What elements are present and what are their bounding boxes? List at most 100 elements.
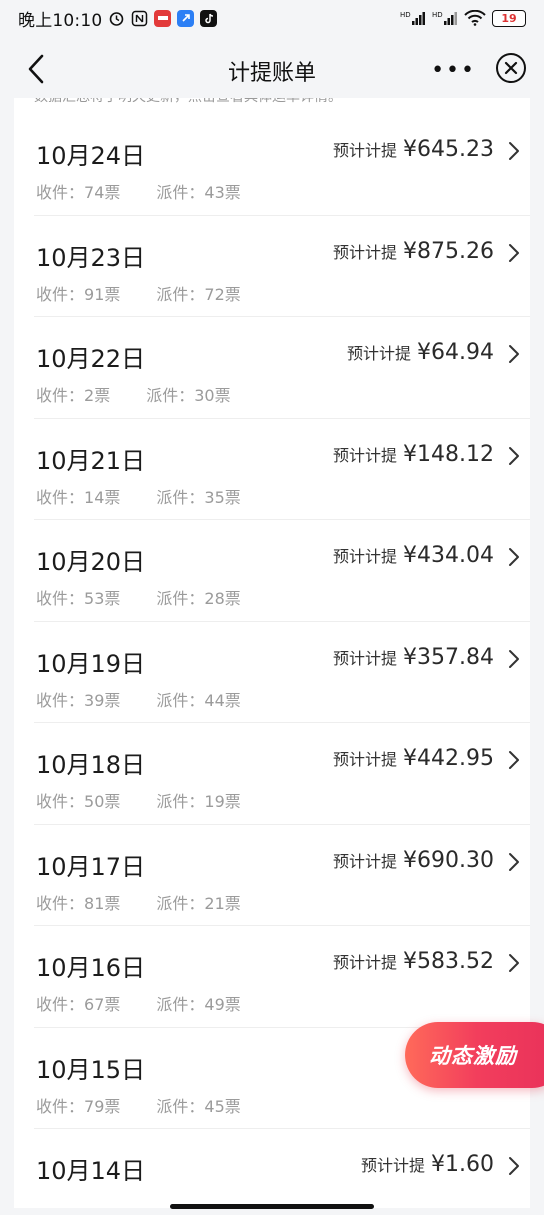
dispatch-value: 72票 (204, 284, 241, 304)
accrual-label: 预计计提 (333, 648, 398, 668)
status-time: 晚上10:10 (18, 10, 103, 31)
estimated-accrual: 预计计提 ¥645.23 (333, 137, 494, 162)
dispatch-label: 派件： (156, 284, 205, 304)
update-notice: 数据汇总将于明天更新，点击查看具体运单详情。 (14, 98, 530, 114)
dispatch-count: 派件：19票 (156, 788, 240, 812)
accrual-amount: ¥583.52 (403, 949, 494, 974)
signal-icon: HD (400, 10, 426, 26)
chevron-right-icon[interactable] (506, 851, 522, 873)
chevron-right-icon[interactable] (506, 445, 522, 467)
receive-label: 收件： (36, 792, 85, 811)
bill-date: 10月18日 (36, 751, 146, 779)
dispatch-label: 派件： (156, 589, 205, 608)
dispatch-count: 派件：30票 (146, 382, 230, 406)
dispatch-value: 45票 (204, 1096, 241, 1116)
parcel-counts: 收件：79票 派件：45票 (36, 1093, 241, 1117)
chevron-right-icon[interactable] (506, 749, 522, 771)
status-left: 晚上10:10 (18, 6, 218, 31)
dispatch-label: 派件： (156, 995, 205, 1014)
home-indicator (170, 1204, 374, 1209)
receive-label: 收件： (36, 893, 85, 913)
accrual-amount: ¥875.26 (403, 238, 494, 264)
parcel-counts: 收件：91票 派件：72票 (36, 281, 241, 305)
chevron-right-icon[interactable] (506, 1155, 522, 1177)
parcel-counts: 收件：67票 派件：49票 (36, 991, 241, 1015)
estimated-accrual: 预计计提 ¥434.04 (333, 543, 494, 568)
accrual-amount: ¥442.95 (403, 746, 494, 771)
dispatch-count: 派件：43票 (156, 179, 240, 203)
receive-label: 收件： (36, 690, 85, 710)
dispatch-value: 19票 (204, 792, 241, 811)
dispatch-value: 44票 (204, 690, 241, 710)
dispatch-count: 派件：72票 (156, 281, 240, 305)
accrual-amount: ¥148.12 (403, 441, 494, 467)
alarm-icon (108, 10, 125, 27)
close-icon (504, 61, 518, 75)
chevron-right-icon[interactable] (506, 952, 522, 974)
receive-count: 收件：53票 (36, 585, 120, 609)
receive-count: 收件：74票 (36, 179, 120, 203)
receive-count: 收件：91票 (36, 281, 120, 305)
bill-row[interactable]: 10月14日 预计计提 ¥1.60 (34, 1129, 530, 1208)
parcel-counts: 收件：2票 派件：30票 (36, 382, 231, 406)
receive-count: 收件：2票 (36, 382, 110, 406)
dispatch-label: 派件： (156, 792, 205, 811)
more-options-button[interactable]: ••• (431, 58, 476, 83)
receive-value: 53票 (84, 589, 121, 608)
nfc-icon (131, 10, 148, 27)
dispatch-count: 派件：49票 (156, 991, 240, 1015)
receive-count: 收件：50票 (36, 788, 120, 812)
estimated-accrual: 预计计提 ¥148.12 (333, 442, 494, 467)
bill-row[interactable]: 10月19日 预计计提 ¥357.84 收件：39票 派件：44票 (34, 622, 530, 723)
bill-row[interactable]: 10月20日 预计计提 ¥434.04 收件：53票 派件：28票 (34, 520, 530, 622)
accrual-label: 预计计提 (347, 344, 412, 363)
receive-value: 91票 (84, 284, 121, 304)
chevron-right-icon[interactable] (506, 648, 522, 670)
status-right: HD HD 19 (400, 9, 526, 27)
bill-row[interactable]: 10月24日 预计计提 ¥645.23 收件：74票 派件：43票 (34, 114, 530, 216)
parcel-counts: 收件：74票 派件：43票 (36, 179, 241, 203)
incentive-promo-button[interactable]: 动态激励 (405, 1022, 544, 1088)
chevron-right-icon[interactable] (506, 140, 522, 162)
accrual-label: 预计计提 (333, 141, 398, 160)
dispatch-value: 49票 (204, 995, 241, 1014)
bill-row[interactable]: 10月18日 预计计提 ¥442.95 收件：50票 派件：19票 (34, 723, 530, 825)
receive-value: 50票 (84, 792, 121, 811)
bill-row[interactable]: 10月17日 预计计提 ¥690.30 收件：81票 派件：21票 (34, 825, 530, 926)
accrual-amount: ¥64.94 (417, 340, 494, 365)
accrual-label: 预计计提 (333, 953, 398, 972)
bill-row[interactable]: 10月22日 预计计提 ¥64.94 收件：2票 派件：30票 (34, 317, 530, 419)
receive-count: 收件：67票 (36, 991, 120, 1015)
accrual-label: 预计计提 (333, 750, 398, 769)
bill-row[interactable]: 10月23日 预计计提 ¥875.26 收件：91票 派件：72票 (34, 216, 530, 317)
status-bar: 晚上10:10 HD HD 19 (0, 0, 544, 36)
bill-date: 10月20日 (36, 548, 146, 576)
bill-date: 10月14日 (36, 1157, 146, 1185)
chevron-right-icon[interactable] (506, 242, 522, 264)
parcel-counts: 收件：50票 派件：19票 (36, 788, 241, 812)
app-notification-icon (154, 9, 172, 27)
wifi-icon (464, 10, 486, 26)
accrual-amount: ¥690.30 (403, 847, 494, 873)
estimated-accrual: 预计计提 ¥875.26 (333, 239, 494, 264)
receive-value: 79票 (84, 1096, 121, 1116)
bill-date: 10月17日 (36, 852, 146, 881)
receive-label: 收件： (36, 183, 85, 202)
svg-text:HD: HD (432, 11, 443, 19)
receive-label: 收件： (36, 1096, 85, 1116)
estimated-accrual: 预计计提 ¥64.94 (347, 340, 494, 365)
parcel-counts: 收件：53票 派件：28票 (36, 585, 241, 609)
dispatch-count: 派件：45票 (156, 1093, 240, 1117)
chevron-right-icon[interactable] (506, 343, 522, 365)
bill-row[interactable]: 10月16日 预计计提 ¥583.52 收件：67票 派件：49票 (34, 926, 530, 1028)
receive-value: 39票 (84, 690, 121, 710)
close-button[interactable] (496, 53, 526, 83)
receive-count: 收件：39票 (36, 687, 120, 711)
bill-date: 10月16日 (36, 954, 146, 982)
dispatch-value: 43票 (204, 183, 241, 202)
chevron-right-icon[interactable] (506, 546, 522, 568)
bill-row[interactable]: 10月21日 预计计提 ¥148.12 收件：14票 派件：35票 (34, 419, 530, 520)
accrual-label: 预计计提 (333, 242, 398, 262)
parcel-counts: 收件：81票 派件：21票 (36, 890, 241, 914)
bill-date: 10月19日 (36, 649, 146, 678)
